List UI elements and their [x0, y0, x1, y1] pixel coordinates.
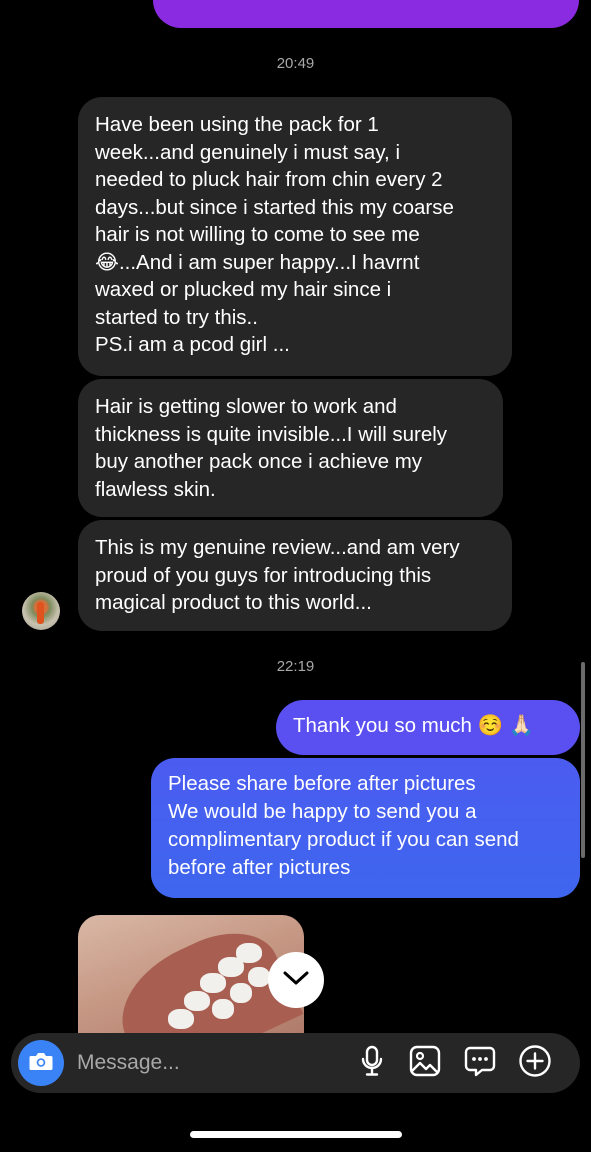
- previous-message-bubble[interactable]: [153, 0, 579, 28]
- sender-avatar[interactable]: [22, 592, 60, 630]
- gallery-button[interactable]: [408, 1045, 442, 1082]
- incoming-message-bubble[interactable]: This is my genuine review...and am very …: [78, 520, 512, 631]
- camera-button[interactable]: [18, 1040, 64, 1086]
- scrollbar[interactable]: [581, 662, 585, 858]
- outgoing-message-bubble[interactable]: Please share before after pictures We wo…: [151, 758, 580, 898]
- message-composer: [11, 1033, 580, 1093]
- timestamp: 22:19: [276, 658, 315, 675]
- chevron-down-icon: [283, 970, 309, 991]
- outgoing-message-bubble[interactable]: Thank you so much ☺️ 🙏🏻: [276, 700, 580, 755]
- incoming-message-bubble[interactable]: Hair is getting slower to work and thick…: [78, 379, 503, 517]
- home-indicator[interactable]: [190, 1131, 402, 1138]
- camera-icon: [28, 1050, 54, 1077]
- incoming-message-bubble[interactable]: Have been using the pack for 1 week...an…: [78, 97, 512, 376]
- message-input[interactable]: [77, 1047, 337, 1079]
- gallery-icon: [409, 1045, 441, 1082]
- add-attachment-button[interactable]: [518, 1044, 552, 1083]
- timestamp: 20:49: [276, 55, 315, 72]
- sticker-icon: [464, 1045, 496, 1082]
- microphone-icon: [359, 1045, 385, 1082]
- sticker-button[interactable]: [463, 1046, 497, 1080]
- scroll-to-bottom-button[interactable]: [268, 952, 324, 1008]
- voice-message-button[interactable]: [355, 1045, 389, 1082]
- add-icon: [518, 1044, 552, 1083]
